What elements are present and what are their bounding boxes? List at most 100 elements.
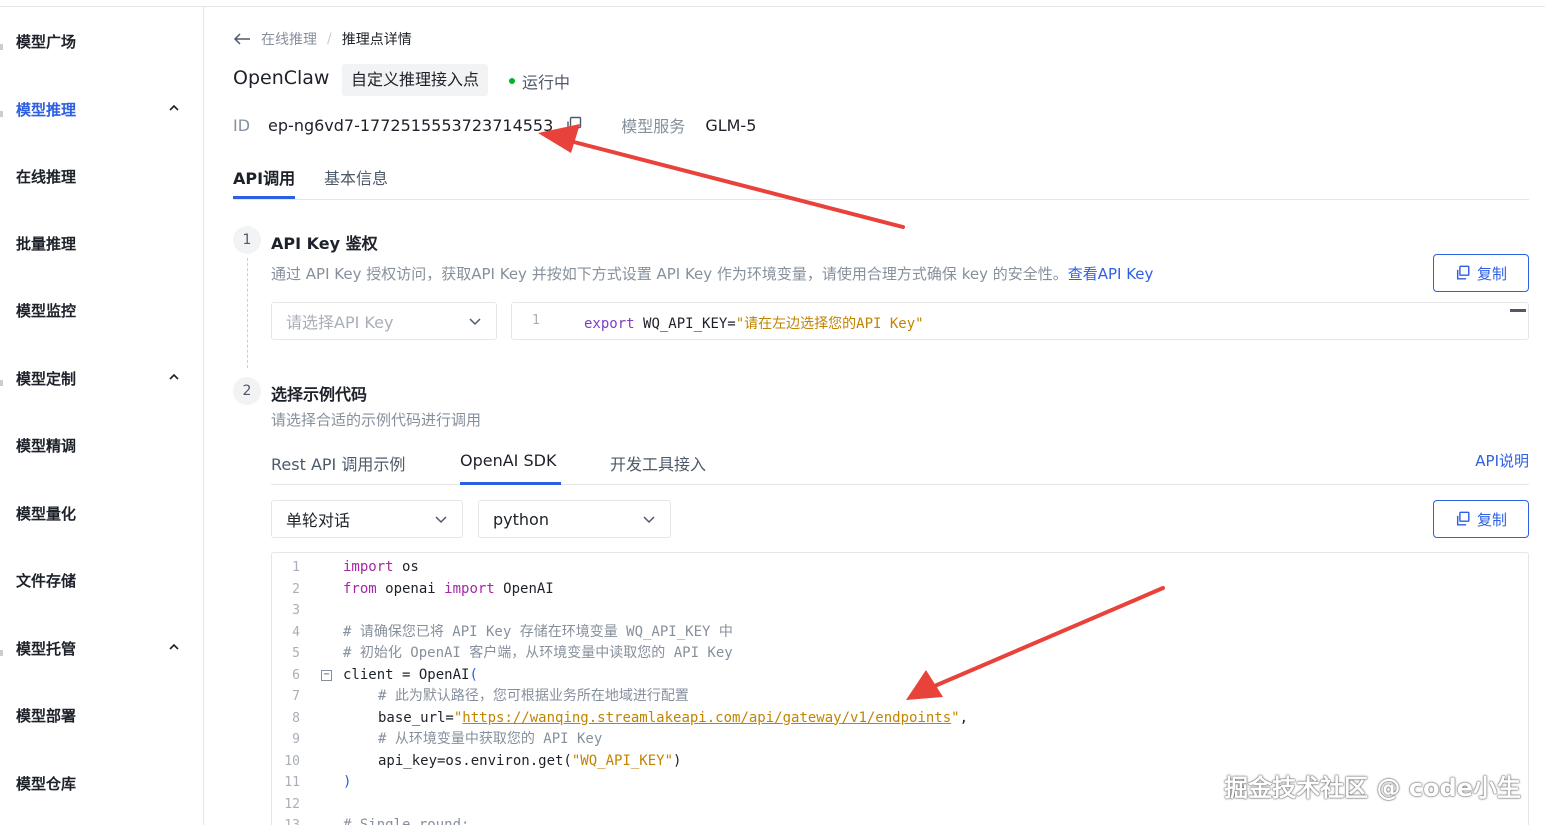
line-number: 5 — [292, 646, 300, 661]
sidebar-item-label: 在线推理 — [16, 167, 77, 186]
status-text: 运行中 — [522, 73, 571, 92]
copy-button[interactable]: 复制 — [1433, 254, 1529, 292]
code-text: os — [393, 559, 419, 575]
tab-dev-tools[interactable]: 开发工具接入 — [610, 451, 706, 475]
breadcrumb-current: 推理点详情 — [341, 32, 412, 48]
scrollbar[interactable] — [1510, 309, 1526, 312]
line-number: 8 — [292, 710, 300, 726]
code-comment: # 从环境变量中获取您的 API Key — [378, 731, 603, 747]
dialog-mode-value: 单轮对话 — [286, 511, 351, 530]
back-arrow-icon[interactable] — [233, 32, 251, 46]
endpoint-type-tag: 自定义推理接入点 — [342, 64, 489, 96]
sidebar-marker — [0, 111, 3, 117]
active-tab-indicator — [460, 482, 561, 485]
sidebar-item-label: 模型推理 — [16, 100, 77, 119]
sidebar-item-online-inference[interactable]: 在线推理 — [16, 161, 196, 191]
line-number: 10 — [284, 753, 300, 769]
api-key-select-placeholder: 请选择API Key — [286, 313, 394, 332]
api-doc-link[interactable]: API说明 — [1475, 450, 1529, 471]
line-number: 11 — [284, 775, 300, 790]
status-badge: 运行中 — [509, 69, 570, 93]
copy-icon — [1456, 511, 1470, 526]
sidebar-item-model-repo[interactable]: 模型仓库 — [16, 768, 196, 798]
dialog-mode-select[interactable]: 单轮对话 — [271, 500, 463, 538]
code-keyword: import — [444, 580, 495, 597]
sidebar-item-model-deploy[interactable]: 模型部署 — [16, 700, 196, 730]
sidebar-item-model-square[interactable]: 模型广场 — [16, 26, 196, 56]
chevron-up-icon — [169, 373, 179, 380]
id-label: ID — [233, 115, 251, 135]
tab-api-call[interactable]: API调用 — [233, 165, 295, 189]
sidebar-item-model-monitor[interactable]: 模型监控 — [16, 295, 196, 325]
fold-toggle-icon[interactable]: − — [321, 669, 332, 681]
line-number: 1 — [292, 560, 300, 575]
status-dot-icon — [509, 78, 515, 84]
line-number: 3 — [292, 603, 300, 618]
tab-basic-info[interactable]: 基本信息 — [324, 165, 388, 189]
step-connector — [247, 258, 248, 368]
watermark: 掘金技术社区 @ code小生 — [1224, 774, 1521, 802]
tab-openai-sdk[interactable]: OpenAI SDK — [460, 451, 556, 470]
chevron-down-icon — [435, 516, 447, 524]
code-comment: # 初始化 OpenAI 客户端，从环境变量中读取您的 API Key — [343, 645, 733, 661]
sidebar-item-label: 模型仓库 — [16, 774, 77, 793]
step-2-description: 请选择合适的示例代码进行调用 — [271, 411, 482, 429]
step-2-title: 选择示例代码 — [271, 385, 368, 404]
breadcrumb-parent[interactable]: 在线推理 — [261, 29, 317, 49]
sidebar-item-model-hosting[interactable]: 模型托管 — [16, 633, 196, 663]
sidebar-item-model-inference[interactable]: 模型推理 — [16, 94, 196, 124]
line-number: 9 — [292, 732, 300, 747]
code-text: , — [959, 709, 969, 726]
api-key-select[interactable]: 请选择API Key — [271, 302, 497, 340]
sidebar-item-label: 模型部署 — [16, 706, 77, 725]
line-number: 2 — [292, 581, 300, 597]
language-select[interactable]: python — [478, 500, 671, 538]
line-number: 7 — [292, 689, 300, 704]
code-keyword: import — [343, 559, 394, 575]
sidebar-marker — [0, 44, 3, 50]
language-value: python — [493, 509, 549, 529]
code-text: base_url= — [378, 709, 454, 726]
copy-button-label: 复制 — [1476, 510, 1507, 529]
id-value: ep-ng6vd7-1772515553723714553 — [268, 115, 554, 135]
code-text: ) — [673, 752, 682, 769]
line-number: 12 — [284, 796, 300, 812]
sidebar-item-model-quantize[interactable]: 模型量化 — [16, 498, 196, 528]
code-example-tabs: Rest API 调用示例 OpenAI SDK 开发工具接入 API说明 — [271, 447, 1529, 485]
code-paren: ) — [343, 774, 352, 790]
sidebar-item-model-finetune[interactable]: 模型精调 — [16, 430, 196, 460]
copy-icon — [1456, 265, 1470, 280]
sidebar-marker — [0, 380, 3, 386]
model-service-value: GLM-5 — [705, 115, 757, 135]
step-1-number: 1 — [233, 226, 261, 254]
code-paren: ( — [469, 666, 478, 683]
copy-code-button[interactable]: 复制 — [1433, 500, 1529, 538]
line-number: 13 — [272, 815, 300, 825]
tab-rest-api[interactable]: Rest API 调用示例 — [271, 451, 405, 475]
code-var: WQ_API_KEY= — [643, 316, 736, 332]
copy-icon[interactable] — [565, 116, 583, 134]
code-url[interactable]: https://wanqing.streamlakeapi.com/api/ga… — [462, 710, 951, 726]
view-api-key-link[interactable]: 查看API Key — [1068, 265, 1154, 283]
line-number: 1 — [532, 313, 540, 328]
line-number: 6 — [292, 667, 300, 683]
code-text: api_key=os.environ.get( — [378, 752, 572, 769]
sidebar-item-label: 模型托管 — [16, 639, 77, 658]
sidebar-item-label: 模型定制 — [16, 369, 77, 388]
step-1-description: 通过 API Key 授权访问，获取API Key 并按如下方式设置 API K… — [271, 263, 1153, 284]
chevron-up-icon — [169, 104, 179, 111]
sidebar-marker — [0, 650, 3, 656]
sidebar-item-label: 模型广场 — [16, 32, 77, 51]
step-1-desc-text: 通过 API Key 授权访问，获取API Key 并按如下方式设置 API K… — [271, 265, 1068, 283]
sidebar-item-label: 模型量化 — [16, 504, 77, 523]
code-keyword: from — [343, 580, 377, 597]
code-text: client = OpenAI — [343, 666, 470, 683]
sidebar-item-batch-inference[interactable]: 批量推理 — [16, 228, 196, 258]
sidebar-item-model-custom[interactable]: 模型定制 — [16, 363, 196, 393]
breadcrumb: 在线推理 / 推理点详情 — [233, 29, 412, 49]
copy-button-label: 复制 — [1476, 264, 1507, 283]
endpoint-meta-row: ID ep-ng6vd7-1772515553723714553 模型服务 GL… — [233, 113, 756, 137]
sidebar-item-label: 批量推理 — [16, 234, 77, 253]
sidebar-item-file-storage[interactable]: 文件存储 — [16, 565, 196, 595]
code-comment: # 请确保您已将 API Key 存储在环境变量 WQ_API_KEY 中 — [343, 623, 733, 640]
